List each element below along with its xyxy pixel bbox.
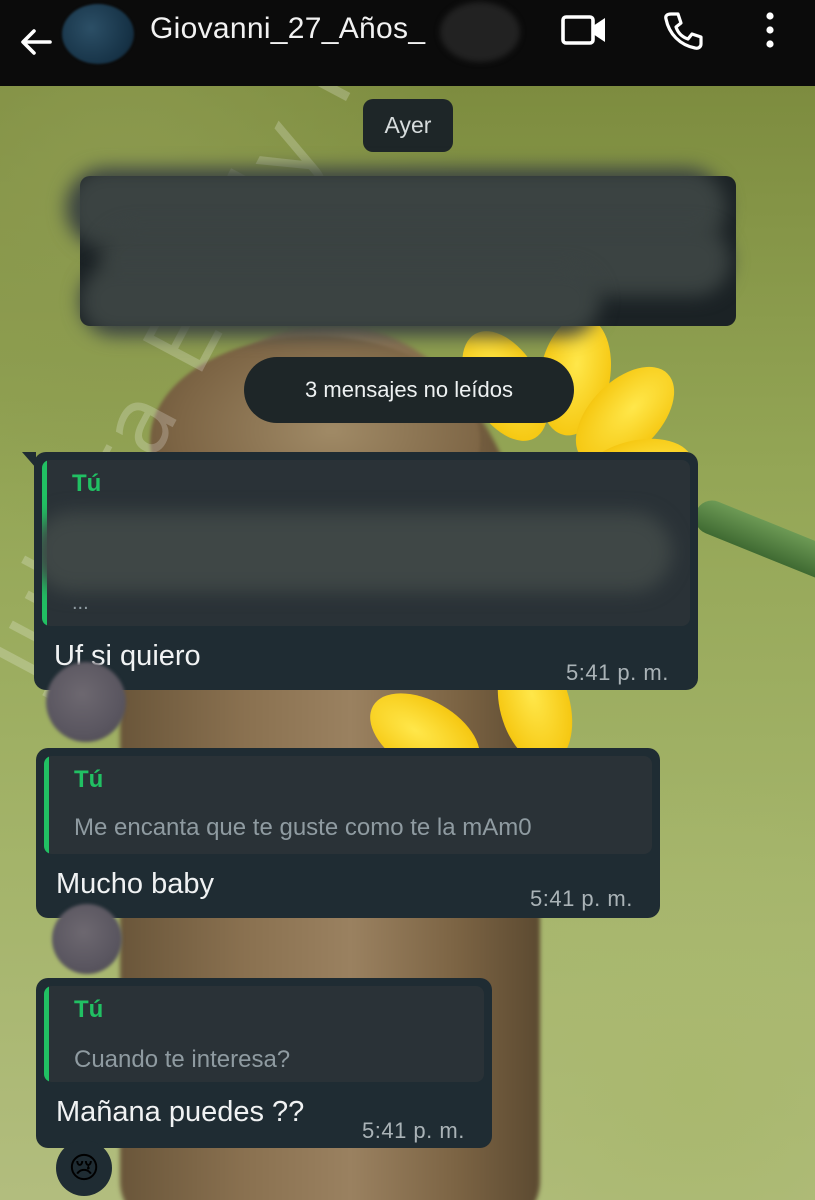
name-redaction xyxy=(440,2,520,62)
quote-sender: Tú xyxy=(72,470,102,497)
quoted-message[interactable]: Tú ... xyxy=(42,460,690,626)
redaction-scribble xyxy=(80,266,600,336)
quote-text: Me encanta que te guste como te la mAm0 xyxy=(74,814,532,841)
reaction-redaction xyxy=(46,662,126,742)
quote-sender: Tú xyxy=(74,996,104,1023)
bubble-tail xyxy=(22,452,36,468)
message-bubble[interactable]: Tú Cuando te interesa? Mañana puedes ?? … xyxy=(36,978,492,1148)
message-bubble[interactable]: Tú Me encanta que te guste como te la mA… xyxy=(36,748,660,918)
contact-avatar[interactable] xyxy=(62,4,134,64)
quote-sender: Tú xyxy=(74,766,104,793)
chat-header: Giovanni_27_Años_ xyxy=(0,0,815,86)
message-time: 5:41 p. m. xyxy=(362,1118,465,1143)
quote-text: Cuando te interesa? xyxy=(74,1046,291,1073)
message-time: 5:41 p. m. xyxy=(530,886,633,911)
video-call-icon[interactable] xyxy=(560,12,608,48)
back-arrow-icon[interactable] xyxy=(16,22,56,62)
message-text: Mañana puedes ?? xyxy=(56,1096,305,1128)
quote-accent-bar xyxy=(44,756,49,854)
quoted-message[interactable]: Tú Cuando te interesa? xyxy=(44,986,484,1082)
date-divider: Ayer xyxy=(363,99,453,152)
more-vert-icon[interactable] xyxy=(760,10,780,50)
message-bubble[interactable]: Tú ... Uf si quiero 5:41 p. m. xyxy=(22,452,698,690)
contact-name[interactable]: Giovanni_27_Años_ xyxy=(150,12,425,46)
wallpaper-flower-stem xyxy=(689,495,815,591)
quote-text: ... xyxy=(72,592,89,614)
message-text: Mucho baby xyxy=(56,868,214,900)
redaction-scribble xyxy=(42,512,672,592)
quoted-message[interactable]: Tú Me encanta que te guste como te la mA… xyxy=(44,756,652,854)
crying-face-reaction-icon[interactable]: 😢 xyxy=(56,1140,112,1196)
reaction-redaction xyxy=(52,904,122,974)
phone-icon[interactable] xyxy=(662,10,704,52)
redacted-message xyxy=(66,168,736,336)
message-time: 5:41 p. m. xyxy=(566,660,669,685)
unread-messages-divider: 3 mensajes no leídos xyxy=(244,357,574,423)
quote-accent-bar xyxy=(44,986,49,1082)
